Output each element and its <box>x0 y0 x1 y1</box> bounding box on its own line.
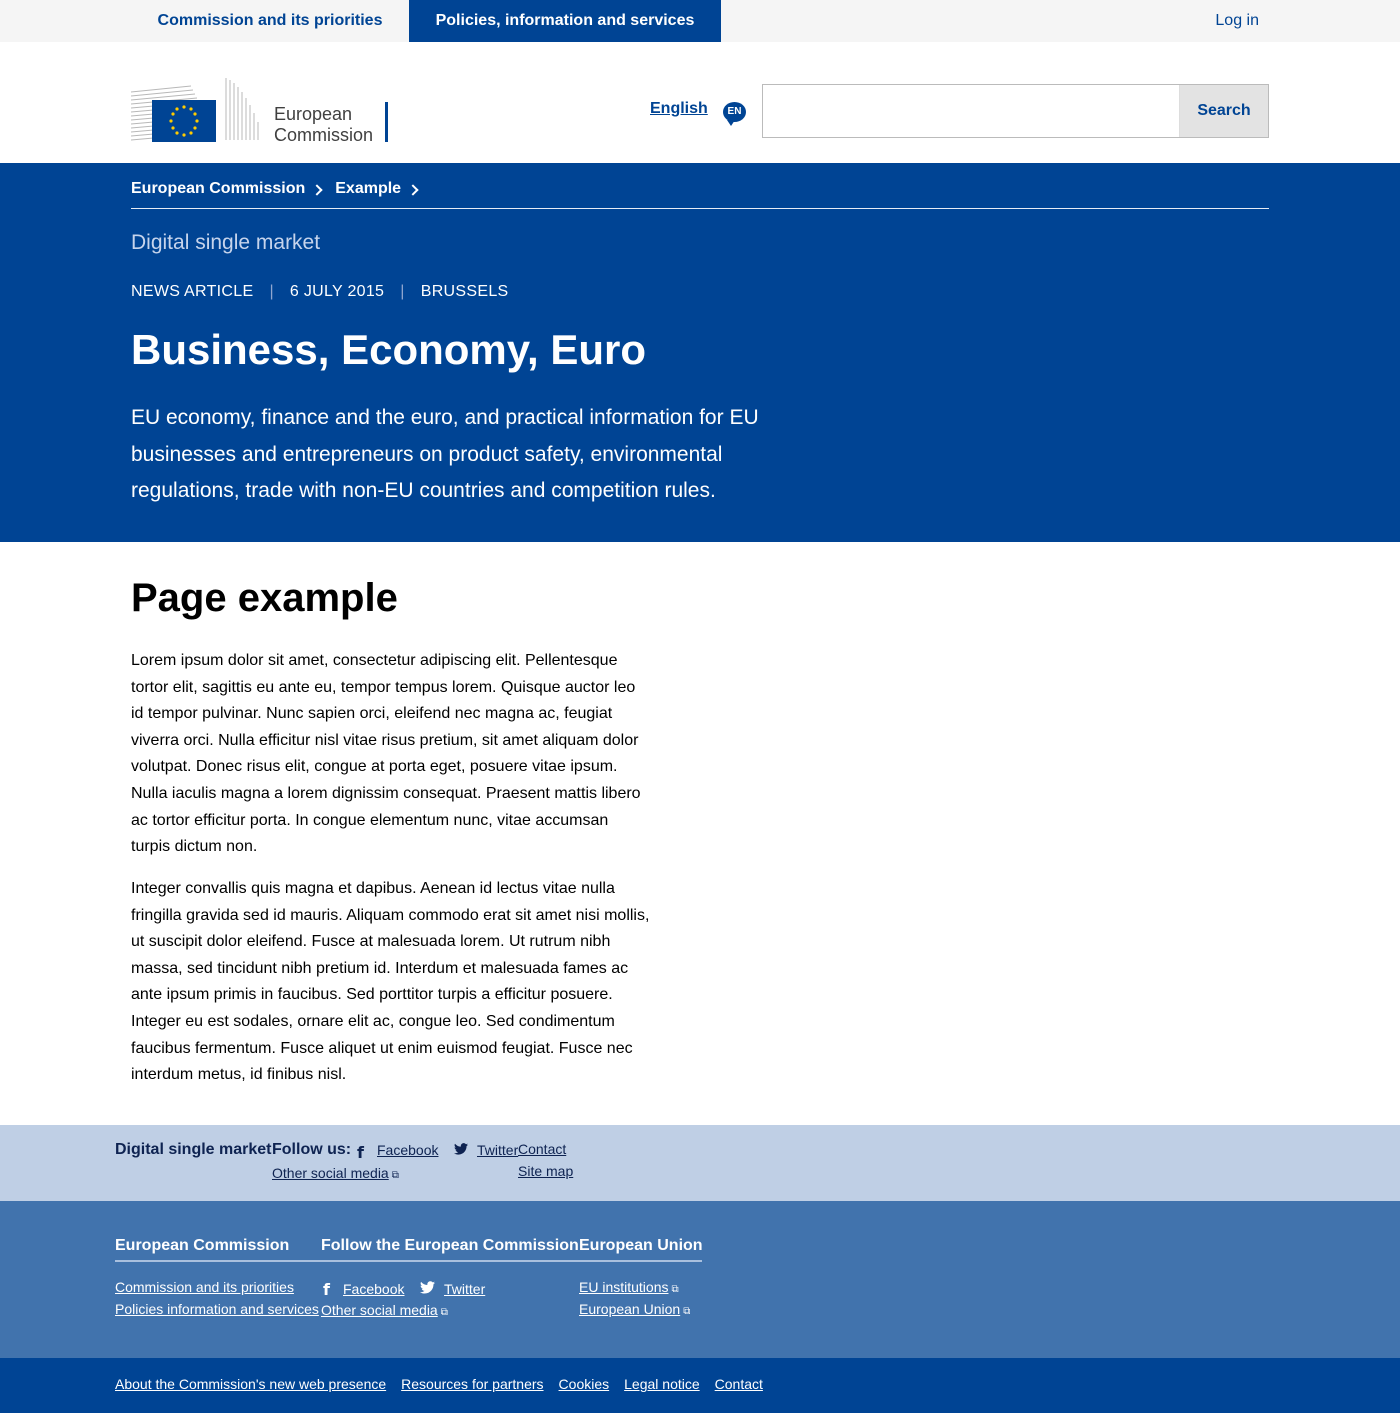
external-link-icon: ⧉ <box>391 1170 399 1181</box>
footer-ec-twitter-link[interactable]: Twitter <box>444 1281 485 1297</box>
footer-link-eu-institutions[interactable]: EU institutions ⧉ <box>579 1279 679 1295</box>
footer-col-title-commission: European Commission <box>115 1237 290 1254</box>
footer-link-contact[interactable]: Contact <box>715 1376 763 1392</box>
meta-date: 6 JULY 2015 <box>289 283 385 300</box>
logo-divider <box>385 102 388 142</box>
footer-link-cookies[interactable]: Cookies <box>559 1376 610 1392</box>
footer-ec-other-social-link[interactable]: Other social media ⧉ <box>321 1302 448 1318</box>
footer-other-social-link[interactable]: Other social media ⧉ <box>272 1165 399 1181</box>
footer-col-title-eu: European Union <box>579 1237 703 1254</box>
content-paragraph: Lorem ipsum dolor sit amet, consectetur … <box>131 652 641 856</box>
link-label: Other social media <box>321 1302 438 1318</box>
twitter-icon[interactable] <box>454 1143 468 1155</box>
footer-site-name: Digital single market <box>115 1141 272 1158</box>
breadcrumb-divider <box>131 208 1269 209</box>
site-header: European Commission English EN Search <box>0 42 1400 163</box>
footer-facebook-link[interactable]: Facebook <box>377 1142 438 1158</box>
twitter-icon[interactable] <box>420 1281 435 1294</box>
legal-links: About the Commission's new web presence … <box>115 1376 763 1392</box>
content-paragraph: Integer convallis quis magna et dapibus.… <box>131 880 650 1084</box>
chevron-right-icon <box>407 183 419 196</box>
external-link-icon: ⧉ <box>671 1284 679 1295</box>
breadcrumb-label: Example <box>335 180 402 197</box>
external-link-icon: ⧉ <box>683 1306 691 1317</box>
content-title: Page example <box>131 576 398 620</box>
external-link-icon: ⧉ <box>440 1307 448 1318</box>
page-title: Business, Economy, Euro <box>131 326 647 373</box>
site-footer: Digital single market Follow us: f Faceb… <box>0 1125 1400 1201</box>
footer-link-legal-notice[interactable]: Legal notice <box>624 1376 700 1392</box>
page-header-banner: European Commission Example Digital sing… <box>0 163 1400 542</box>
breadcrumb-label: European Commission <box>131 180 306 197</box>
footer-site-map-link[interactable]: Site map <box>518 1163 573 1179</box>
footer-col-title-follow: Follow the European Commission <box>321 1237 579 1254</box>
breadcrumb-item-european-commission[interactable]: European Commission <box>131 180 323 198</box>
login-link[interactable]: Log in <box>1215 0 1259 41</box>
facebook-icon[interactable]: f <box>323 1280 330 1299</box>
facebook-icon[interactable]: f <box>357 1143 364 1162</box>
meta-type: NEWS ARTICLE <box>131 283 254 300</box>
logo-text-line1: European <box>274 104 353 124</box>
site-name: Digital single market <box>131 231 321 254</box>
page-intro: EU economy, finance and the euro, and pr… <box>131 406 759 502</box>
logo-text-line2: Commission <box>274 125 374 145</box>
search-form: Search <box>762 84 1269 138</box>
meta-location: BRUSSELS <box>420 283 509 300</box>
footer-divider <box>115 1260 702 1262</box>
footer-link-policies-info[interactable]: Policies information and services <box>115 1301 319 1317</box>
link-label: European Union <box>579 1301 681 1317</box>
search-button[interactable]: Search <box>1179 85 1268 137</box>
chevron-right-icon <box>311 183 323 196</box>
footer-link-about-web-presence[interactable]: About the Commission's new web presence <box>115 1376 386 1392</box>
meta-separator: | <box>269 283 274 300</box>
footer-contact-link[interactable]: Contact <box>518 1141 566 1157</box>
link-label: EU institutions <box>579 1279 669 1295</box>
logo-wordmark: European Commission <box>274 104 373 146</box>
top-navigation-bar: Commission and its priorities Policies, … <box>0 0 1400 50</box>
legal-footer: About the Commission's new web presence … <box>0 1358 1400 1413</box>
search-input[interactable] <box>763 85 1180 137</box>
breadcrumb-item-example[interactable]: Example <box>335 180 419 198</box>
footer-follow-label: Follow us: <box>272 1141 352 1158</box>
article-meta: NEWS ARTICLE | 6 JULY 2015 | BRUSSELS <box>131 283 509 301</box>
language-selector[interactable]: English <box>650 100 708 118</box>
footer-ec-facebook-link[interactable]: Facebook <box>343 1281 404 1297</box>
footer-link-european-union[interactable]: European Union ⧉ <box>579 1301 690 1317</box>
link-label: Other social media <box>272 1165 389 1181</box>
breadcrumb: European Commission Example <box>131 180 431 198</box>
topnav-commission-priorities[interactable]: Commission and its priorities <box>131 0 409 42</box>
language-code-icon[interactable]: EN <box>723 102 746 126</box>
topnav-policies-info-services[interactable]: Policies, information and services <box>409 0 721 50</box>
meta-separator: | <box>400 283 405 300</box>
corporate-footer: European Commission Follow the European … <box>0 1201 1400 1358</box>
footer-twitter-link[interactable]: Twitter <box>477 1142 518 1158</box>
footer-link-commission-priorities[interactable]: Commission and its priorities <box>115 1279 294 1295</box>
footer-link-resources-partners[interactable]: Resources for partners <box>401 1376 543 1392</box>
